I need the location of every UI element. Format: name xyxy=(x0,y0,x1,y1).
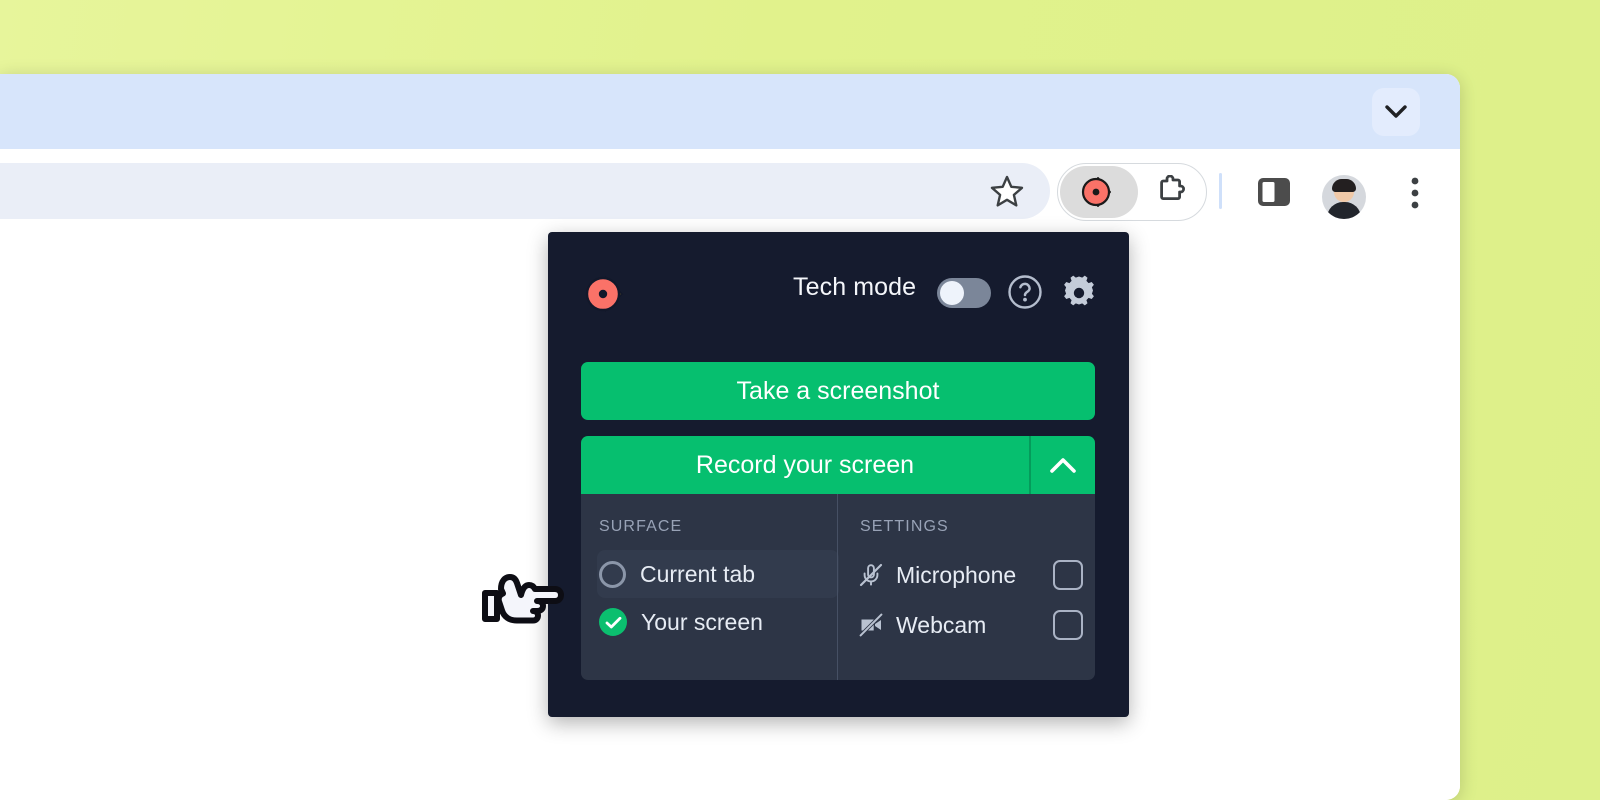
setting-microphone[interactable]: Microphone xyxy=(858,550,1095,600)
record-screen-button[interactable]: Record your screen xyxy=(581,436,1029,494)
surface-option-label: Your screen xyxy=(641,608,763,635)
star-icon[interactable] xyxy=(990,175,1024,213)
recorder-logo-icon xyxy=(581,272,629,321)
user-avatar[interactable] xyxy=(1322,175,1366,219)
browser-toolbar xyxy=(0,149,1460,236)
record-screen-row: Record your screen xyxy=(581,436,1095,494)
microphone-muted-icon xyxy=(858,562,896,588)
chevron-down-icon[interactable] xyxy=(1372,88,1420,136)
tech-mode-toggle[interactable] xyxy=(937,278,991,308)
take-screenshot-button[interactable]: Take a screenshot xyxy=(581,362,1095,420)
surface-option-label: Current tab xyxy=(640,560,756,587)
address-bar[interactable] xyxy=(0,163,1050,219)
recorder-extension-popup: Tech mode Take a screenshot Record your … xyxy=(548,232,1129,717)
setting-label: Microphone xyxy=(896,561,1017,588)
settings-column: SETTINGS Microphone Webcam xyxy=(837,494,1095,680)
tech-mode-label: Tech mode xyxy=(793,273,917,301)
settings-title: SETTINGS xyxy=(860,518,949,535)
surface-option-your-screen[interactable]: Your screen xyxy=(597,598,837,646)
microphone-checkbox[interactable] xyxy=(1053,560,1083,590)
browser-tab-strip xyxy=(0,74,1460,149)
webcam-checkbox[interactable] xyxy=(1053,610,1083,640)
three-dot-menu-icon[interactable] xyxy=(1394,173,1436,213)
toolbar-divider xyxy=(1219,173,1222,209)
chevron-up-icon[interactable] xyxy=(1031,436,1095,494)
pointing-hand-cursor xyxy=(477,563,569,635)
radio-unselected-icon xyxy=(599,560,626,588)
recorder-extension-icon[interactable] xyxy=(1058,172,1136,212)
surface-option-current-tab[interactable]: Current tab xyxy=(597,550,839,598)
recording-options-panel: SURFACE Current tab Your screen SETTINGS xyxy=(581,494,1095,680)
avatar-body xyxy=(1327,202,1361,219)
surface-title: SURFACE xyxy=(599,518,683,535)
extensions-pill xyxy=(1057,163,1207,221)
setting-label: Webcam xyxy=(896,611,987,638)
gear-icon[interactable] xyxy=(1060,274,1098,312)
avatar-hair xyxy=(1332,179,1356,192)
side-panel-icon[interactable] xyxy=(1252,175,1296,209)
radio-selected-check-icon xyxy=(599,608,627,636)
help-circle-icon[interactable] xyxy=(1007,274,1043,310)
puzzle-piece-icon[interactable] xyxy=(1136,175,1206,209)
setting-webcam[interactable]: Webcam xyxy=(858,600,1095,650)
webcam-muted-icon xyxy=(858,612,896,638)
toggle-knob xyxy=(940,281,964,305)
surface-column: SURFACE Current tab Your screen xyxy=(581,494,839,680)
